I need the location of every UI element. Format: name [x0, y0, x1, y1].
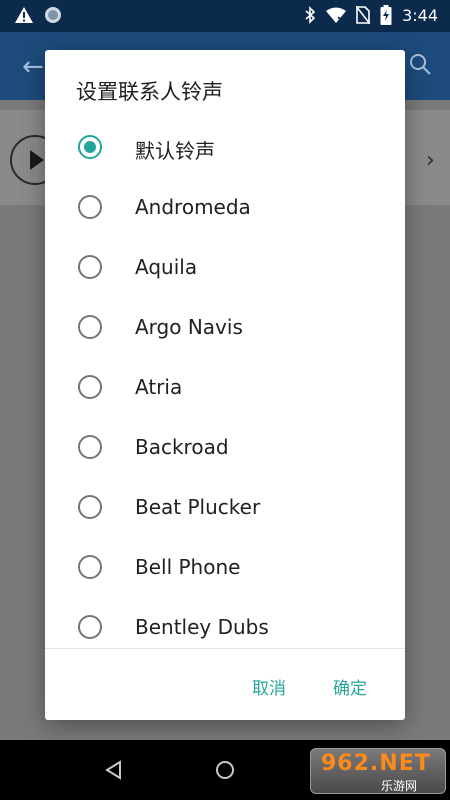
ringtone-option-label: 默认铃声 — [135, 139, 215, 163]
ringtone-dialog: 设置联系人铃声 默认铃声 Andromeda Aquila Argo Navis Atr… — [45, 50, 405, 720]
ringtone-options-list[interactable]: 默认铃声 Andromeda Aquila Argo Navis Atria Backro… — [45, 117, 405, 647]
ringtone-option[interactable]: Andromeda — [45, 177, 405, 237]
watermark-logo: 962.NET 乐游网 — [310, 748, 446, 794]
ringtone-option[interactable]: Backroad — [45, 417, 405, 477]
ringtone-option[interactable]: 默认铃声 — [45, 117, 405, 177]
warning-icon — [14, 6, 34, 24]
radio-unchecked-icon[interactable] — [78, 555, 102, 579]
ringtone-option-label: Bentley Dubs — [135, 615, 269, 639]
clock: 3:44 — [402, 5, 438, 25]
ringtone-option[interactable]: Atria — [45, 357, 405, 417]
ringtone-option-label: Bell Phone — [135, 555, 241, 579]
radio-unchecked-icon[interactable] — [78, 255, 102, 279]
ringtone-option-label: Backroad — [135, 435, 229, 459]
ringtone-option-label: Andromeda — [135, 195, 251, 219]
ringtone-option[interactable]: Beat Plucker — [45, 477, 405, 537]
watermark-top-text: 962.NET — [321, 751, 431, 776]
bluetooth-icon — [304, 6, 316, 24]
watermark-bottom-text: 乐游网 — [381, 779, 418, 793]
radio-unchecked-icon[interactable] — [78, 435, 102, 459]
radio-unchecked-icon[interactable] — [78, 315, 102, 339]
radio-unchecked-icon[interactable] — [78, 495, 102, 519]
chevron-right-icon[interactable]: › — [426, 148, 435, 173]
wifi-icon — [326, 7, 347, 23]
dialog-title: 设置联系人铃声 — [76, 80, 223, 104]
cancel-button[interactable]: 取消 — [252, 674, 286, 699]
nav-home-icon[interactable] — [215, 760, 235, 784]
nav-back-icon[interactable] — [104, 760, 124, 784]
ok-button[interactable]: 确定 — [333, 674, 367, 699]
ringtone-option[interactable]: Bell Phone — [45, 537, 405, 597]
back-arrow-icon[interactable]: ← — [22, 52, 44, 82]
radio-unchecked-icon[interactable] — [78, 615, 102, 639]
radio-unchecked-icon[interactable] — [78, 195, 102, 219]
ringtone-option-label: Aquila — [135, 255, 198, 279]
radio-unchecked-icon[interactable] — [78, 375, 102, 399]
ringtone-option[interactable]: Argo Navis — [45, 297, 405, 357]
battery-icon — [380, 5, 392, 25]
ringtone-option-label: Argo Navis — [135, 315, 243, 339]
ringtone-option-label: Beat Plucker — [135, 495, 261, 519]
status-bar: 3:44 — [0, 0, 450, 32]
ringtone-option[interactable]: Aquila — [45, 237, 405, 297]
search-icon[interactable] — [408, 52, 432, 80]
ringtone-option[interactable]: Bentley Dubs — [45, 597, 405, 647]
circle-icon — [44, 6, 62, 24]
no-sim-icon — [356, 6, 371, 24]
radio-checked-icon[interactable] — [78, 135, 102, 159]
divider — [45, 648, 405, 649]
ringtone-option-label: Atria — [135, 375, 183, 399]
